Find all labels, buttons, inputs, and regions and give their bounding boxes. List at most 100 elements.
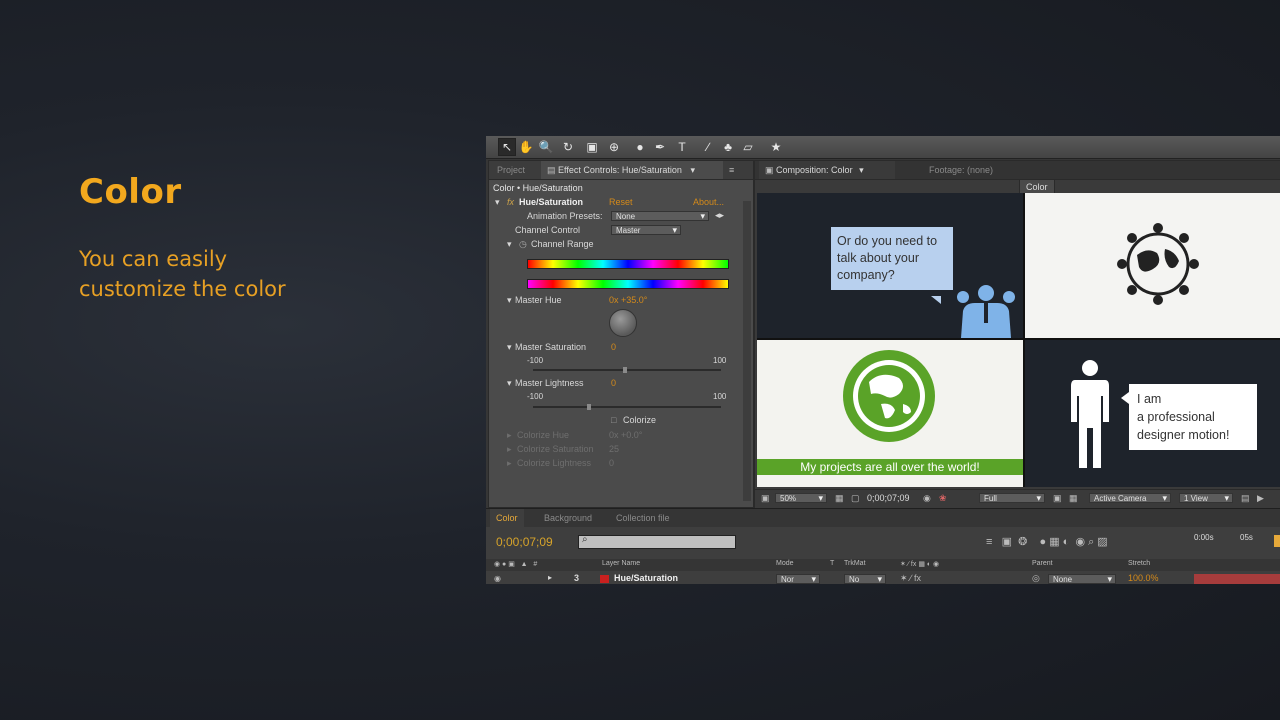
layer-label-color[interactable] bbox=[600, 575, 609, 583]
tab-composition[interactable]: ▣ Composition: Color ▾ bbox=[759, 161, 895, 179]
zoom-select[interactable]: 50% bbox=[775, 493, 827, 503]
master-saturation-slider-knob[interactable] bbox=[623, 367, 627, 373]
tab-project[interactable]: Project bbox=[491, 161, 531, 179]
region-of-interest-icon[interactable]: ▣ bbox=[1053, 493, 1062, 504]
pan-behind-tool-icon[interactable]: ⊕ bbox=[606, 139, 622, 155]
bubble-top-line1: Or do you need to bbox=[837, 234, 938, 248]
master-saturation-value[interactable]: 0 bbox=[611, 342, 616, 352]
color-channel-icon[interactable]: ❀ bbox=[939, 493, 947, 504]
grid-icon[interactable]: ▦ bbox=[835, 493, 844, 504]
effect-controls-panel: Project ▤ Effect Controls: Hue/Saturatio… bbox=[488, 160, 754, 508]
quad-bottom-left: My projects are all over the world! bbox=[757, 340, 1023, 487]
colorize-saturation-chevron-icon[interactable]: ▸ bbox=[507, 444, 512, 455]
footer-timecode[interactable]: 0;00;07;09 bbox=[867, 493, 910, 503]
panel-menu-icon[interactable]: ≡ bbox=[723, 161, 740, 179]
pen-tool-icon[interactable]: ✒ bbox=[652, 139, 668, 155]
animation-presets-select[interactable]: None bbox=[611, 211, 709, 221]
layer-stretch-value[interactable]: 100.0% bbox=[1128, 573, 1159, 583]
layer-duration-bar[interactable] bbox=[1194, 574, 1280, 584]
effect-panel-scrollbar[interactable] bbox=[743, 201, 751, 501]
bubble-right-line1: I am bbox=[1137, 392, 1162, 406]
timeline-timecode[interactable]: 0;00;07;09 bbox=[496, 535, 553, 549]
tab-timeline-collection[interactable]: Collection file bbox=[610, 509, 676, 527]
channel-control-select[interactable]: Master bbox=[611, 225, 681, 235]
layer-mode-select[interactable]: Nor bbox=[776, 574, 820, 584]
rotate-tool-icon[interactable]: ↻ bbox=[560, 139, 576, 155]
master-lightness-slider-knob[interactable] bbox=[587, 404, 591, 410]
master-saturation-slider[interactable] bbox=[533, 369, 721, 371]
tab-timeline-color[interactable]: Color bbox=[490, 509, 524, 527]
layer-row[interactable]: ◉ ▸ 3 Hue/Saturation Nor No ✶ ∕ fx ◎ Non… bbox=[486, 573, 1280, 584]
brush-tool-icon[interactable]: ∕ bbox=[700, 139, 716, 155]
toggle-pixel-aspect-icon[interactable]: ▤ bbox=[1241, 493, 1250, 504]
timeline-search-input[interactable]: ⌕ bbox=[578, 534, 736, 549]
composition-icon: ▣ bbox=[765, 165, 774, 175]
master-lightness-value[interactable]: 0 bbox=[611, 378, 616, 388]
resolution-select[interactable]: Full bbox=[979, 493, 1045, 503]
tab-footage[interactable]: Footage: (none) bbox=[923, 161, 999, 179]
reset-link[interactable]: Reset bbox=[609, 197, 633, 207]
channel-range-bottom-spectrum[interactable] bbox=[527, 279, 729, 289]
camera-tool-icon[interactable]: ▣ bbox=[584, 139, 600, 155]
tab-effect-controls[interactable]: ▤ Effect Controls: Hue/Saturation ▾ bbox=[541, 161, 723, 179]
always-preview-icon[interactable]: ▣ bbox=[761, 493, 770, 504]
bubble-top-tail bbox=[931, 296, 941, 304]
selection-tool-icon[interactable]: ↖ bbox=[498, 138, 516, 156]
camera-select[interactable]: Active Camera bbox=[1089, 493, 1171, 503]
preset-prev-icon[interactable]: ◂▸ bbox=[715, 210, 724, 221]
col-mode[interactable]: Mode bbox=[776, 560, 794, 567]
current-time-indicator[interactable] bbox=[1274, 535, 1280, 547]
layer-name[interactable]: Hue/Saturation bbox=[614, 573, 678, 583]
hand-tool-icon[interactable]: ✋ bbox=[518, 139, 534, 155]
col-trkmat[interactable]: TrkMat bbox=[844, 560, 866, 567]
col-parent[interactable]: Parent bbox=[1032, 560, 1053, 567]
effect-expand-chevron-icon[interactable]: ▾ bbox=[495, 197, 500, 208]
fast-previews-icon[interactable]: ▶ bbox=[1257, 493, 1264, 504]
transparency-grid-icon[interactable]: ▦ bbox=[1069, 493, 1078, 504]
master-lightness-slider[interactable] bbox=[533, 406, 721, 408]
composition-viewer[interactable]: Or do you need to talk about your compan… bbox=[757, 193, 1280, 487]
stopwatch-icon[interactable]: ◷ bbox=[519, 239, 527, 250]
lightness-max-label: 100 bbox=[713, 392, 727, 401]
layer-trkmat-select[interactable]: No bbox=[844, 574, 886, 584]
speech-bubble-right: I am a professional designer motion! bbox=[1129, 384, 1257, 450]
shape-tool-icon[interactable]: ● bbox=[632, 139, 648, 155]
parent-pickwhip-icon[interactable]: ◎ bbox=[1032, 573, 1040, 584]
snapshot-icon[interactable]: ◉ bbox=[923, 493, 931, 504]
colorize-lightness-chevron-icon[interactable]: ▸ bbox=[507, 458, 512, 469]
fx-icon[interactable]: fx bbox=[507, 197, 514, 207]
puppet-tool-icon[interactable]: ★ bbox=[768, 139, 784, 155]
layer-visibility-icon[interactable]: ◉ bbox=[494, 574, 501, 583]
clone-tool-icon[interactable]: ♣ bbox=[720, 139, 736, 155]
master-hue-value[interactable]: 0x +35.0° bbox=[609, 295, 647, 305]
layer-expand-chevron-icon[interactable]: ▸ bbox=[548, 573, 552, 582]
eraser-tool-icon[interactable]: ▱ bbox=[740, 139, 756, 155]
col-t[interactable]: T bbox=[830, 560, 834, 567]
tab-menu-chevron-icon[interactable]: ▾ bbox=[690, 165, 695, 175]
standing-person-icon bbox=[1071, 360, 1109, 468]
colorize-checkbox[interactable]: □ bbox=[611, 415, 616, 425]
channel-range-top-spectrum[interactable] bbox=[527, 259, 729, 269]
master-lightness-chevron-icon[interactable]: ▾ bbox=[507, 378, 512, 389]
tab-timeline-background[interactable]: Background bbox=[538, 509, 598, 527]
timeline-toolbar-icons[interactable]: ≡ ▣ ❂ ● ▦ ◐ ◉ ⌕ ▨ bbox=[986, 535, 1108, 549]
master-saturation-chevron-icon[interactable]: ▾ bbox=[507, 342, 512, 353]
col-stretch[interactable]: Stretch bbox=[1128, 560, 1150, 567]
quad-bottom-right: I am a professional designer motion! bbox=[1025, 340, 1280, 487]
master-hue-chevron-icon[interactable]: ▾ bbox=[507, 295, 512, 306]
tab-composition-chevron-icon[interactable]: ▾ bbox=[859, 165, 864, 175]
master-hue-dial[interactable] bbox=[609, 309, 637, 337]
zoom-tool-icon[interactable]: 🔍 bbox=[538, 139, 554, 155]
col-layer-name[interactable]: Layer Name bbox=[602, 560, 640, 567]
projects-banner: My projects are all over the world! bbox=[757, 459, 1023, 475]
about-link[interactable]: About... bbox=[693, 197, 724, 207]
mask-icon[interactable]: ▢ bbox=[851, 493, 860, 504]
layer-switches[interactable]: ✶ ∕ fx bbox=[900, 573, 921, 584]
channel-range-chevron-icon[interactable]: ▾ bbox=[507, 239, 512, 250]
colorize-hue-chevron-icon[interactable]: ▸ bbox=[507, 430, 512, 441]
views-select[interactable]: 1 View bbox=[1179, 493, 1233, 503]
timeline-tabs: Color Background Collection file bbox=[486, 509, 1280, 527]
composition-panel: ▣ Composition: Color ▾ Footage: (none) C… bbox=[754, 160, 1280, 508]
layer-parent-select[interactable]: None bbox=[1048, 574, 1116, 584]
text-tool-icon[interactable]: T bbox=[674, 139, 690, 155]
